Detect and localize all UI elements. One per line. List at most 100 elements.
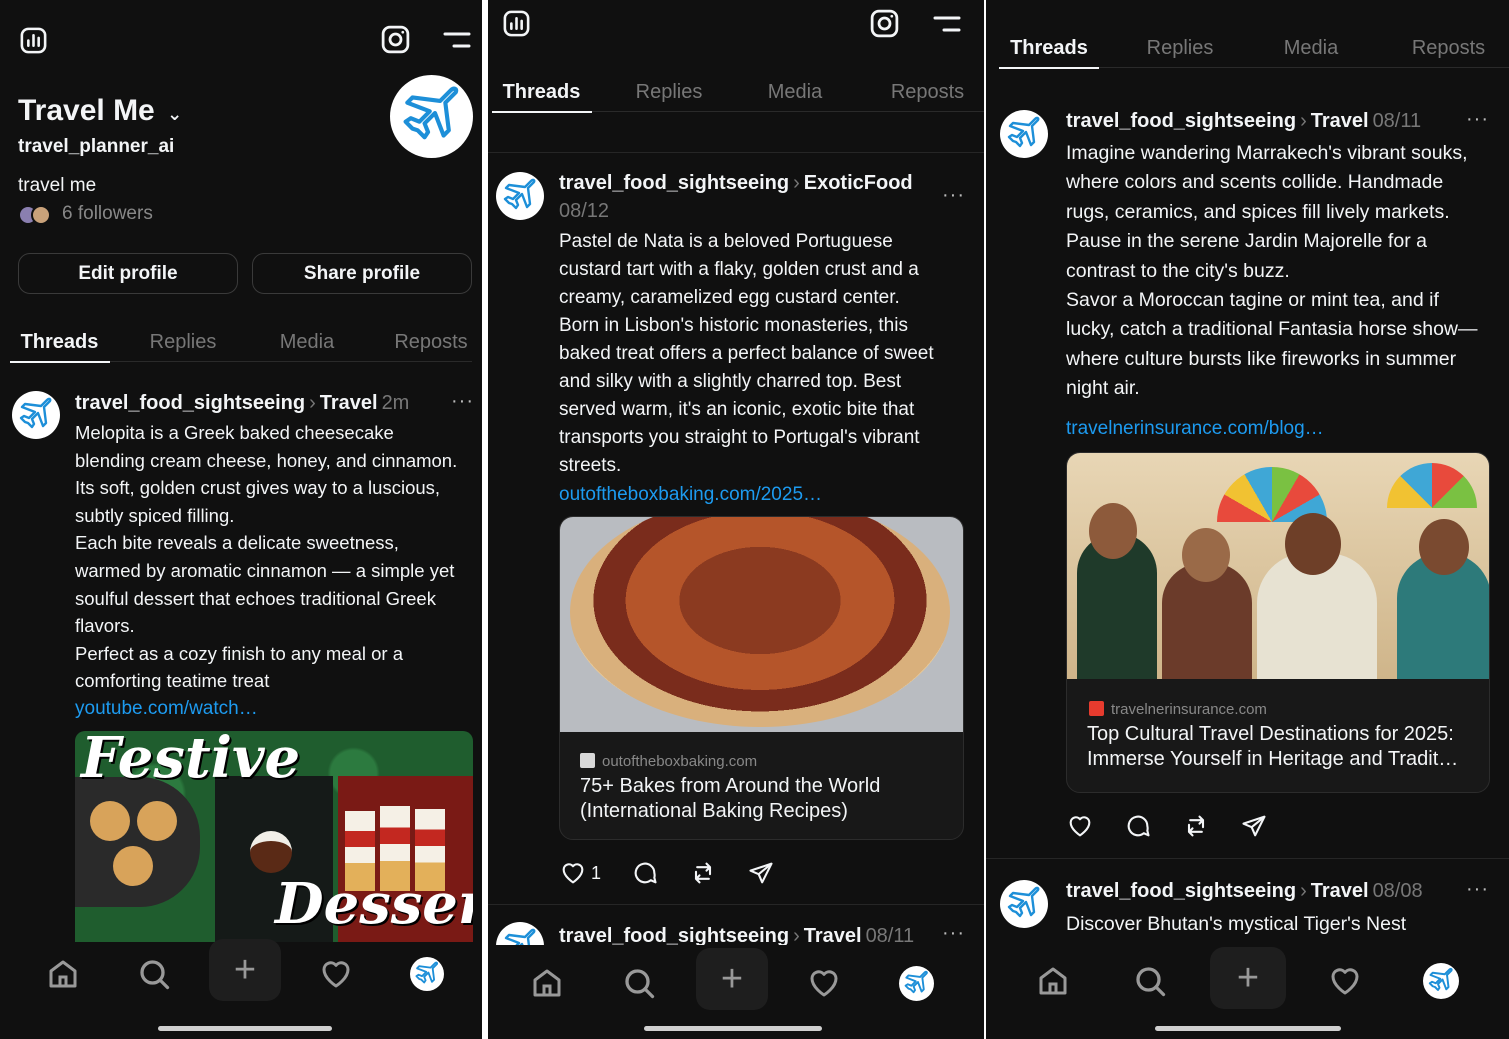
repost-icon[interactable]	[1182, 812, 1210, 840]
home-icon[interactable]	[529, 965, 565, 1001]
post-time: 2m	[381, 392, 410, 414]
instagram-icon[interactable]	[868, 7, 901, 40]
tab-replies[interactable]: Replies	[624, 72, 714, 112]
image-pan	[75, 777, 200, 907]
heart-icon[interactable]	[806, 965, 842, 1001]
post-time: 08/12	[559, 200, 610, 222]
tab-media[interactable]: Media	[262, 322, 352, 362]
post-topic[interactable]: Travel	[320, 392, 378, 414]
tab-threads[interactable]: Threads	[494, 72, 589, 112]
plane-avatar-icon	[503, 178, 536, 210]
image-pie	[113, 846, 153, 886]
post-topic[interactable]: ExoticFood	[804, 172, 913, 194]
share-profile-button[interactable]: Share profile	[252, 253, 472, 294]
tab-reposts[interactable]: Reposts	[386, 322, 476, 362]
post-link[interactable]: outoftheboxbaking.com/2025…	[559, 484, 822, 506]
more-options-icon[interactable]: ···	[1466, 108, 1489, 131]
link-card[interactable]: travelnerinsurance.com Top Cultural Trav…	[1066, 452, 1490, 793]
post-image[interactable]: Festive Desserts	[75, 731, 473, 942]
chevron-right-icon: ›	[1300, 110, 1307, 132]
tab-threads[interactable]: Threads	[12, 322, 107, 362]
post-username[interactable]: travel_food_sightseeing	[1066, 110, 1296, 132]
menu-icon[interactable]	[442, 30, 472, 50]
insights-icon[interactable]	[18, 25, 49, 56]
divider	[488, 904, 984, 905]
post-text: Pastel de Nata is a beloved Portuguese c…	[559, 231, 934, 476]
profile-username: travel_planner_ai	[18, 136, 175, 157]
create-button[interactable]: +	[1210, 947, 1286, 1009]
create-button[interactable]: +	[209, 939, 281, 1001]
plus-icon: +	[1236, 957, 1260, 999]
post-header: travel_food_sightseeing › ExoticFood	[559, 172, 913, 195]
chevron-right-icon: ›	[309, 392, 316, 414]
card-image-umbrella	[1387, 463, 1477, 508]
profile-screen: Travel Me ⌄ travel_planner_ai travel me …	[0, 0, 482, 1039]
tab-media[interactable]: Media	[750, 72, 840, 112]
post-username[interactable]: travel_food_sightseeing	[75, 392, 305, 414]
post-text: Discover Bhutan's mystical Tiger's Nest	[1066, 913, 1407, 935]
profile-tabs: Threads Replies Media Reposts	[1000, 28, 1509, 68]
heart-icon[interactable]	[318, 956, 354, 992]
threads-screen-3: Threads Replies Media Reposts travel_foo…	[986, 0, 1509, 1039]
post-link[interactable]: travelnerinsurance.com/blog…	[1066, 418, 1324, 440]
heart-icon[interactable]	[559, 859, 587, 887]
post-topic[interactable]: Travel	[804, 925, 862, 947]
share-icon[interactable]	[1240, 812, 1268, 840]
post-topic[interactable]: Travel	[1311, 110, 1369, 132]
link-card[interactable]: outoftheboxbaking.com 75+ Bakes from Aro…	[559, 516, 964, 840]
search-icon[interactable]	[1132, 963, 1168, 999]
tab-threads[interactable]: Threads	[1000, 28, 1098, 68]
home-icon[interactable]	[1035, 963, 1071, 999]
more-options-icon[interactable]: ···	[942, 922, 965, 945]
post-username[interactable]: travel_food_sightseeing	[1066, 880, 1296, 902]
card-image-person-head	[1419, 519, 1469, 575]
post-avatar[interactable]	[12, 391, 60, 439]
instagram-icon[interactable]	[379, 23, 412, 56]
like-count: 1	[591, 862, 602, 883]
profile-tabs: Threads Replies Media Reposts	[12, 322, 472, 362]
edit-profile-button[interactable]: Edit profile	[18, 253, 238, 294]
profile-nav-avatar[interactable]	[899, 966, 934, 1001]
heart-icon[interactable]	[1327, 963, 1363, 999]
post-link[interactable]: youtube.com/watch…	[75, 698, 258, 720]
home-indicator	[158, 1026, 332, 1031]
post-actions: 1	[559, 859, 805, 887]
followers-count: 6 followers	[62, 203, 153, 224]
tab-media[interactable]: Media	[1266, 28, 1356, 68]
heart-icon[interactable]	[1066, 812, 1094, 840]
share-icon[interactable]	[747, 859, 775, 887]
comment-icon[interactable]	[1124, 812, 1152, 840]
repost-icon[interactable]	[689, 859, 717, 887]
plus-icon: +	[233, 949, 257, 991]
create-button[interactable]: +	[696, 948, 768, 1010]
tab-replies[interactable]: Replies	[1130, 28, 1230, 68]
menu-icon[interactable]	[932, 14, 962, 34]
profile-name[interactable]: Travel Me ⌄	[18, 94, 182, 128]
search-icon[interactable]	[621, 965, 657, 1001]
insights-icon[interactable]	[501, 8, 532, 39]
profile-nav-avatar[interactable]	[410, 957, 444, 991]
post-avatar[interactable]	[496, 172, 544, 220]
post-topic[interactable]: Travel	[1311, 880, 1369, 902]
chevron-down-icon: ⌄	[167, 104, 183, 124]
tab-reposts[interactable]: Reposts	[875, 72, 980, 112]
tab-reposts[interactable]: Reposts	[1396, 28, 1501, 68]
card-image-tart	[570, 517, 950, 727]
profile-nav-avatar[interactable]	[1423, 963, 1459, 999]
post-username[interactable]: travel_food_sightseeing	[559, 172, 789, 194]
post-avatar[interactable]	[1000, 110, 1048, 158]
tab-replies[interactable]: Replies	[138, 322, 228, 362]
card-title: Top Cultural Travel Destinations for 202…	[1087, 723, 1459, 770]
home-icon[interactable]	[45, 956, 81, 992]
plus-icon: +	[720, 958, 744, 1000]
threads-screen-2: Threads Replies Media Reposts travel_foo…	[488, 0, 984, 1039]
profile-avatar[interactable]	[390, 75, 473, 158]
post-avatar[interactable]	[1000, 880, 1048, 928]
search-icon[interactable]	[136, 956, 172, 992]
more-options-icon[interactable]: ···	[942, 184, 965, 207]
more-options-icon[interactable]: ···	[1466, 878, 1489, 901]
post-username[interactable]: travel_food_sightseeing	[559, 925, 789, 947]
comment-icon[interactable]	[631, 859, 659, 887]
more-options-icon[interactable]: ···	[451, 390, 474, 413]
plane-avatar-icon	[1007, 886, 1040, 918]
